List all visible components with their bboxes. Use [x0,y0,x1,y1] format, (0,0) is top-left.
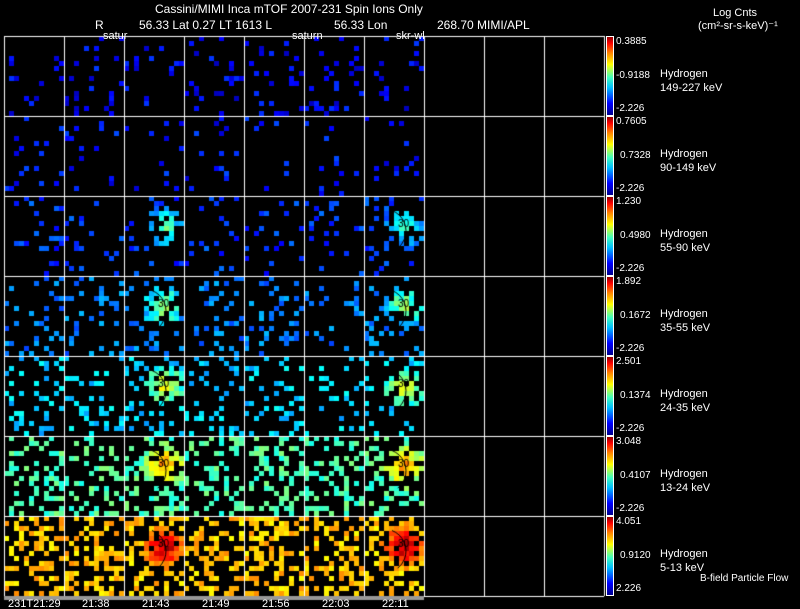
colorbar-min: -2.226 [616,263,645,274]
row-energy: 90-149 keV [660,162,717,174]
colorbar-max: 0.7605 [616,116,647,127]
colorbar [606,356,614,436]
overlay-label: saturn [292,30,323,42]
colorbar-max: 0.3885 [616,36,647,47]
x-tick-label: 21:49 [202,598,230,609]
colorbar-max: 4.051 [616,516,642,527]
colorbar-min: 2.226 [616,583,642,594]
colorbar-min: -2.226 [616,183,645,194]
row-energy: 24-35 keV [660,402,711,414]
colorbar-min: -2.226 [616,103,645,114]
colorbar-min: -2.226 [616,423,645,434]
units-line2: (cm²-sr-s-keV)⁻¹ [698,20,778,32]
colorbar-mid: 0.7328 [620,150,651,161]
overlay-label: skr-wl [396,30,425,42]
colorbar [606,116,614,196]
row-species: Hydrogen [660,468,708,480]
row-energy: 55-90 keV [660,242,711,254]
subtitle-l: 56.33 Lon [334,18,388,32]
inca-plot: Cassini/MIMI Inca mTOF 2007-231 Spin Ion… [0,0,800,609]
x-tick-label: 21:38 [82,598,110,609]
colorbar-max: 3.048 [616,436,642,447]
colorbar [606,436,614,516]
units-line1: Log Cnts [713,7,758,19]
row-species: Hydrogen [660,148,708,160]
row-energy: 13-24 keV [660,482,711,494]
colorbar-max: 2.501 [616,356,642,367]
x-tick-label: 22:11 [382,598,409,609]
x-tick-label: 22:03 [322,598,350,609]
colorbar-mid: 0.4107 [620,470,651,481]
row-species: Hydrogen [660,548,708,560]
colorbar [606,276,614,356]
colorbar-max: 1.892 [616,276,642,287]
colorbar-mid: 0.1672 [620,310,651,321]
colorbar-min: -2.226 [616,503,645,514]
row-species: Hydrogen [660,388,708,400]
x-tick-label: 21:56 [262,598,290,609]
footer-note: B-field Particle Flow [700,573,789,584]
subtitle-lon: 268.70 MIMI/APL [437,18,530,32]
colorbar-mid: 0.9120 [620,550,651,561]
row-species: Hydrogen [660,308,708,320]
colorbar [606,516,614,596]
colorbar-max: 1.230 [616,196,642,207]
x-tick-label: 21:43 [142,598,170,609]
colorbar [606,196,614,276]
row-energy: 35-55 keV [660,322,711,334]
overlay-label: satur [103,30,128,42]
plot-title: Cassini/MIMI Inca mTOF 2007-231 Spin Ion… [155,2,423,16]
row-species: Hydrogen [660,228,708,240]
colorbar-min: -2.226 [616,343,645,354]
colorbar-mid: 0.1374 [620,390,651,401]
row-energy: 5-13 keV [660,562,705,574]
colorbar [606,36,614,116]
colorbar-mid: -0.9188 [616,70,650,81]
subtitle-position: 56.33 Lat 0.27 LT 1613 L [139,18,273,32]
row-species: Hydrogen [660,68,708,80]
row-energy: 149-227 keV [660,82,723,94]
x-tick-label: 231T21:29 [8,598,61,609]
colorbar-mid: 0.4980 [620,230,651,241]
